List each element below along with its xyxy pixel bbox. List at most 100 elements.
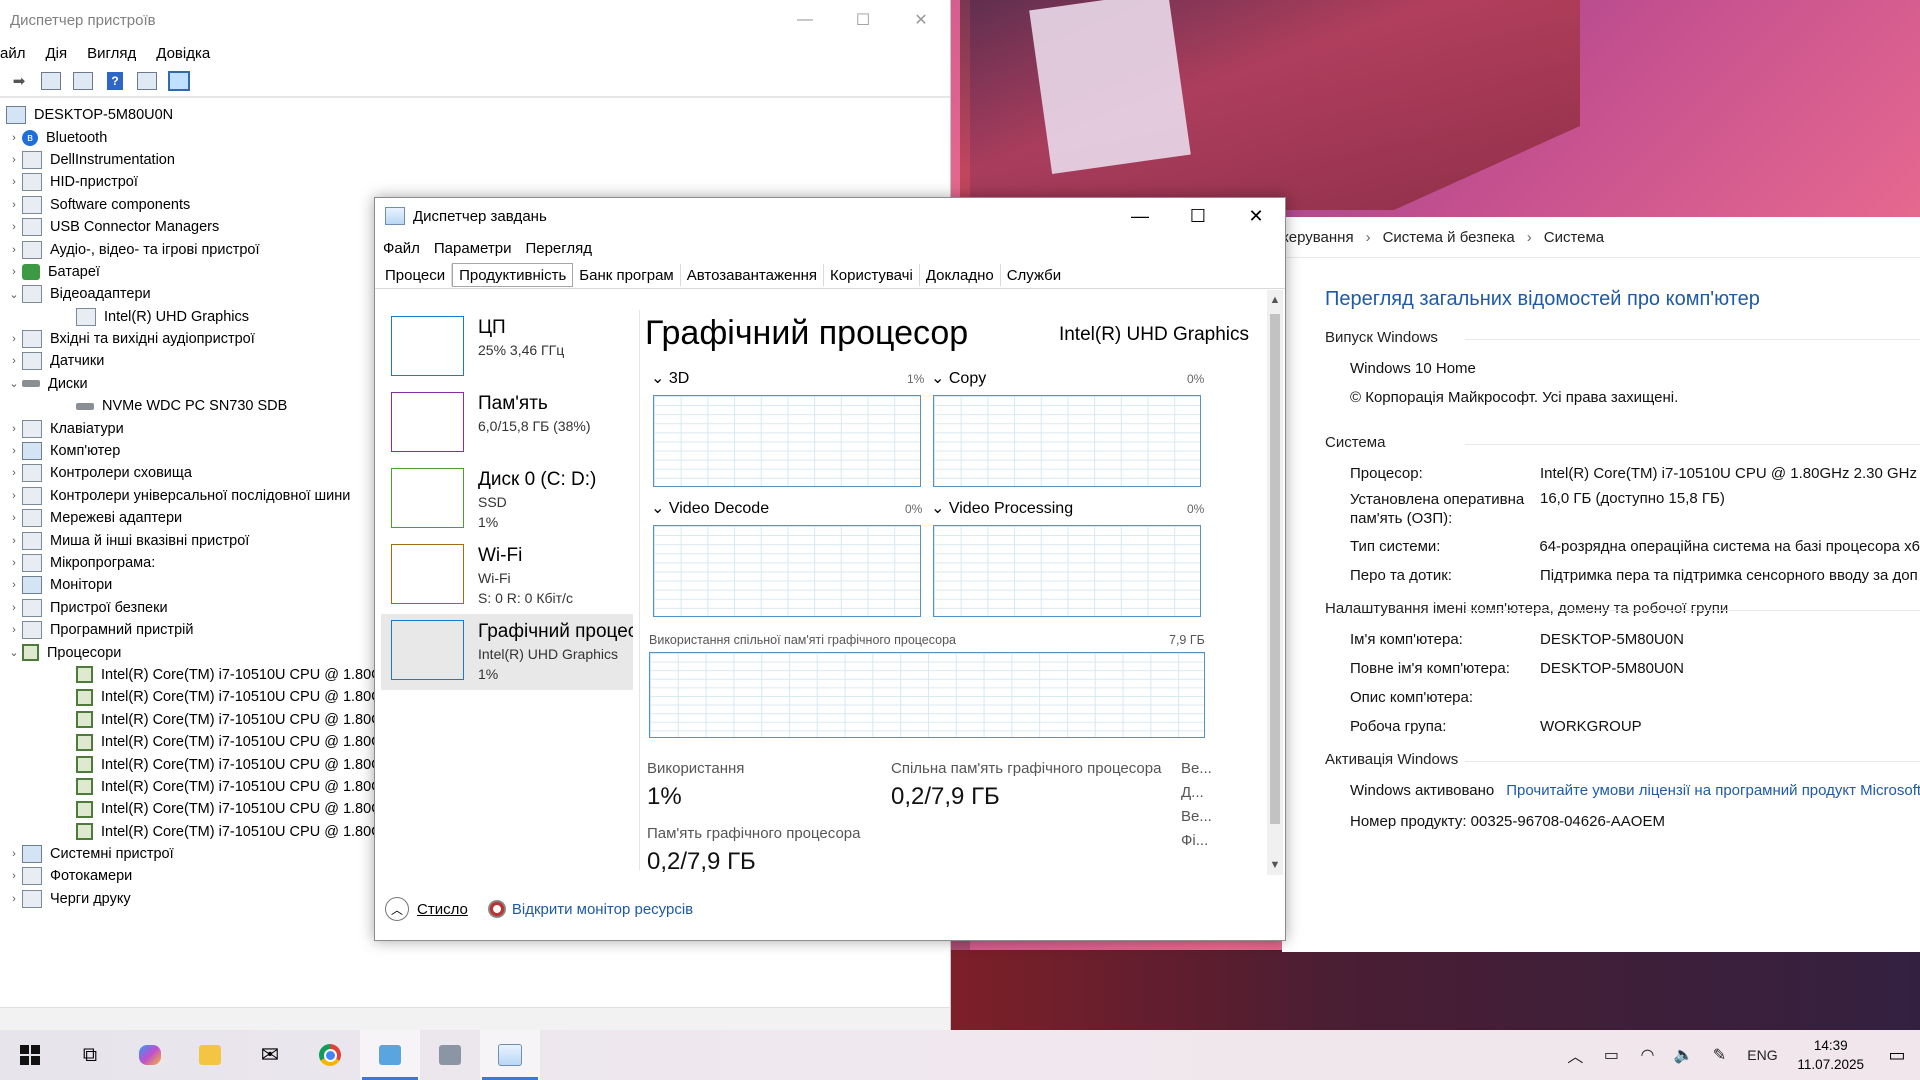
engine-dropdown-video-decode[interactable]: ⌄ Video Decode <box>651 498 769 518</box>
minimize-button[interactable]: — <box>776 0 834 40</box>
tree-item[interactable]: DESKTOP-5M80U0N <box>0 104 950 126</box>
clock[interactable]: 14:39 11.07.2025 <box>1787 1036 1874 1074</box>
chevron-down-icon[interactable]: ⌄ <box>6 646 22 659</box>
minimize-button[interactable]: — <box>1111 198 1169 234</box>
chevron-down-icon[interactable]: ⌄ <box>6 377 22 390</box>
chevron-right-icon[interactable]: › <box>6 221 22 233</box>
maximize-button[interactable]: ☐ <box>834 0 892 40</box>
forward-arrow-icon[interactable]: ➡ <box>8 70 30 92</box>
scrollbar-thumb[interactable] <box>1270 314 1280 824</box>
menu-options[interactable]: Параметри <box>434 240 512 257</box>
breadcrumb-security[interactable]: Система й безпека <box>1383 229 1515 246</box>
vertical-scrollbar[interactable]: ▲ ▼ <box>1267 290 1283 875</box>
breadcrumb-control-panel[interactable]: керування <box>1282 229 1354 246</box>
tab-services[interactable]: Служби <box>1001 264 1067 286</box>
menu-view[interactable]: Перегляд <box>525 240 592 257</box>
engine-dropdown-3d[interactable]: ⌄ 3D <box>651 368 689 388</box>
chevron-right-icon: › <box>1526 228 1532 246</box>
breadcrumb-system[interactable]: Система <box>1544 229 1604 246</box>
device-icon <box>22 352 42 371</box>
chevron-right-icon[interactable]: › <box>6 490 22 502</box>
engine-dropdown-video-processing[interactable]: ⌄ Video Processing <box>931 498 1073 518</box>
chevron-up-icon[interactable]: ︿ <box>385 897 409 921</box>
chevron-down-icon[interactable]: ⌄ <box>6 288 22 301</box>
tree-item-label: Черги друку <box>50 890 131 907</box>
engine-dropdown-copy[interactable]: ⌄ Copy <box>931 368 986 388</box>
chevron-right-icon[interactable]: › <box>6 602 22 614</box>
chevron-right-icon[interactable]: › <box>6 132 22 144</box>
chevron-right-icon[interactable]: › <box>6 579 22 591</box>
chevron-right-icon[interactable]: › <box>6 244 22 256</box>
tab-app-history[interactable]: Банк програм <box>573 264 681 286</box>
chevron-right-icon[interactable]: › <box>6 467 22 479</box>
chevron-right-icon[interactable]: › <box>6 870 22 882</box>
tab-processes[interactable]: Процеси <box>379 264 453 286</box>
open-resource-monitor-link[interactable]: Відкрити монітор ресурсів <box>512 901 693 918</box>
mail-button[interactable]: ✉ <box>240 1030 300 1080</box>
tree-item[interactable]: › ʙ Bluetooth <box>0 126 950 148</box>
tree-item[interactable]: › HID-пристрої <box>0 171 950 193</box>
license-link[interactable]: Прочитайте умови ліцензії на програмний … <box>1506 782 1920 799</box>
tab-details[interactable]: Докладно <box>920 264 1001 286</box>
tab-startup[interactable]: Автозавантаження <box>681 264 825 286</box>
chrome-button[interactable] <box>300 1030 360 1080</box>
view-icon[interactable] <box>136 70 158 92</box>
task-manager-button[interactable] <box>480 1030 540 1080</box>
close-button[interactable]: ✕ <box>1227 198 1285 234</box>
chevron-right-icon[interactable]: › <box>6 333 22 345</box>
chevron-right-icon[interactable]: › <box>6 535 22 547</box>
close-button[interactable]: ✕ <box>892 0 950 40</box>
scroll-up-icon[interactable]: ▲ <box>1267 294 1283 306</box>
properties-icon[interactable] <box>40 70 62 92</box>
copilot-button[interactable] <box>120 1030 180 1080</box>
processor-icon <box>76 778 93 796</box>
computer-icon <box>22 442 42 461</box>
tab-users[interactable]: Користувачі <box>824 264 920 286</box>
pen-icon[interactable]: ✎ <box>1701 1045 1737 1065</box>
menu-action[interactable]: Дія <box>35 45 77 62</box>
fewer-details-button[interactable]: Стисло <box>417 901 468 918</box>
chevron-right-icon[interactable]: › <box>6 848 22 860</box>
device-manager-button[interactable] <box>420 1030 480 1080</box>
sidebar-disk[interactable]: Диск 0 (C: D:) SSD 1% <box>381 462 633 538</box>
chevron-up-icon[interactable]: ︿ <box>1557 1043 1593 1067</box>
scan-hardware-icon[interactable] <box>168 70 190 92</box>
sidebar-text: Графічний процесор Intel(R) UHD Graphics 1… <box>478 620 633 684</box>
language-indicator[interactable]: ENG <box>1737 1047 1787 1063</box>
sidebar-wifi[interactable]: Wi-Fi Wi-Fi S: 0 R: 0 Кбіт/с <box>381 538 633 614</box>
sidebar-gpu[interactable]: Графічний процесор Intel(R) UHD Graphics 1… <box>381 614 633 690</box>
chevron-right-icon[interactable]: › <box>6 512 22 524</box>
volume-icon[interactable]: 🔈 <box>1665 1045 1701 1065</box>
workgroup-value: WORKGROUP <box>1540 718 1642 735</box>
chevron-right-icon[interactable]: › <box>6 423 22 435</box>
notification-icon[interactable]: ▭ <box>1874 1045 1920 1066</box>
chevron-right-icon[interactable]: › <box>6 355 22 367</box>
menu-help[interactable]: Довідка <box>146 45 220 62</box>
chevron-right-icon[interactable]: › <box>6 199 22 211</box>
update-driver-icon[interactable] <box>72 70 94 92</box>
menu-view[interactable]: Вигляд <box>77 45 146 62</box>
tree-item-label: Миша й інші вказівні пристрої <box>50 532 250 549</box>
chevron-right-icon[interactable]: › <box>6 624 22 636</box>
tree-item[interactable]: › DellInstrumentation <box>0 149 950 171</box>
maximize-button[interactable]: ☐ <box>1169 198 1227 234</box>
chevron-right-icon[interactable]: › <box>6 266 22 278</box>
chevron-right-icon[interactable]: › <box>6 176 22 188</box>
chevron-right-icon[interactable]: › <box>6 557 22 569</box>
file-explorer-button[interactable] <box>180 1030 240 1080</box>
chevron-right-icon[interactable]: › <box>6 893 22 905</box>
sidebar-memory[interactable]: Пам'ять 6,0/15,8 ГБ (38%) <box>381 386 633 462</box>
wifi-icon[interactable]: ◠ <box>1629 1045 1665 1065</box>
chevron-right-icon[interactable]: › <box>6 154 22 166</box>
help-icon[interactable]: ? <box>104 70 126 92</box>
system-info-button[interactable] <box>360 1030 420 1080</box>
tab-performance[interactable]: Продуктивність <box>452 263 574 287</box>
menu-file[interactable]: Файл <box>383 240 420 257</box>
task-view-button[interactable]: ⧉ <box>60 1030 120 1080</box>
chevron-right-icon[interactable]: › <box>6 445 22 457</box>
menu-file[interactable]: айл <box>0 45 35 62</box>
battery-icon[interactable]: ▭ <box>1593 1045 1629 1065</box>
scroll-down-icon[interactable]: ▼ <box>1267 859 1283 871</box>
sidebar-cpu[interactable]: ЦП 25% 3,46 ГГц <box>381 310 633 386</box>
start-button[interactable] <box>0 1030 60 1080</box>
